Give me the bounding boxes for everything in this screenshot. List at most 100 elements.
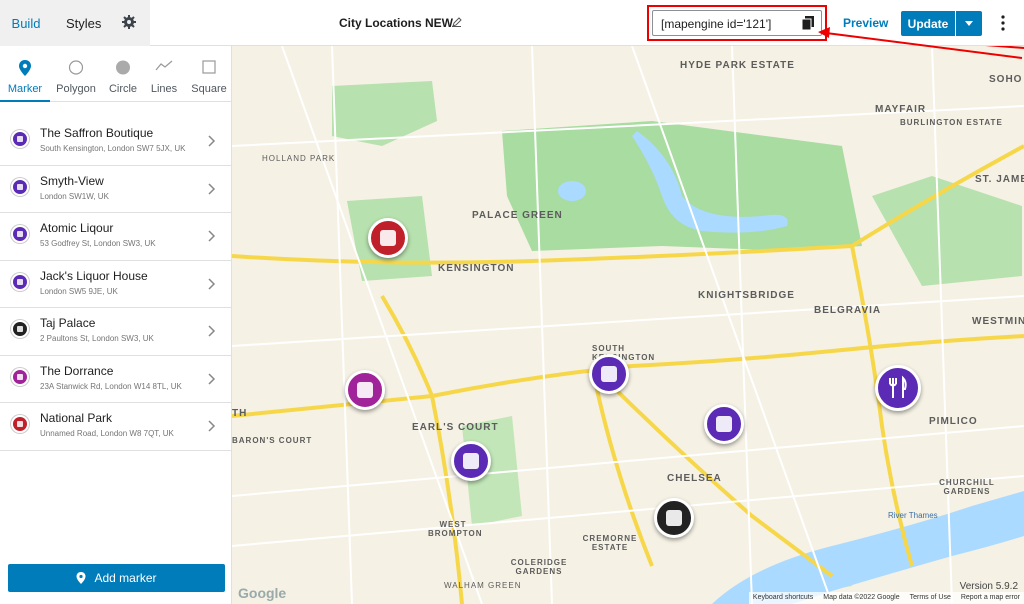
tab-build[interactable]: Build: [0, 0, 52, 46]
place-label: CREMORNE ESTATE: [582, 534, 638, 552]
marker-name: The Dorrance: [40, 363, 114, 378]
tab-polygon[interactable]: Polygon: [50, 46, 102, 102]
top-toolbar: Build Styles City Locations NEW [mapengi…: [0, 0, 1024, 46]
version-label: Version 5.9.2: [959, 581, 1018, 592]
more-options-icon[interactable]: [1000, 14, 1006, 32]
place-label: River Thames: [888, 511, 938, 520]
tab-marker[interactable]: Marker: [0, 46, 50, 102]
map-marker-atomic-liqour[interactable]: [704, 404, 744, 444]
map-canvas[interactable]: HYDE PARK ESTATE MAYFAIR BURLINGTON ESTA…: [232, 46, 1024, 604]
preview-button[interactable]: Preview: [843, 16, 888, 30]
marker-address: 2 Paultons St, London SW3, UK: [40, 334, 154, 343]
tab-styles-label: Styles: [66, 15, 102, 31]
fork-knife-icon: [889, 375, 907, 398]
keyboard-shortcuts-link[interactable]: Keyboard shortcuts: [753, 594, 813, 602]
marker-badge-icon: [11, 225, 29, 243]
tab-square-label: Square: [191, 83, 227, 95]
terms-link[interactable]: Terms of Use: [910, 594, 951, 602]
chevron-right-icon: [208, 325, 216, 337]
map-footer: Keyboard shortcuts Map data ©2022 Google…: [748, 592, 1024, 604]
place-label: BARON'S COURT: [232, 436, 313, 445]
place-label: KNIGHTSBRIDGE: [698, 290, 795, 301]
tab-circle-label: Circle: [108, 83, 138, 95]
place-label: MAYFAIR: [875, 104, 927, 115]
marker-address: 23A Stanwick Rd, London W14 8TL, UK: [40, 381, 182, 391]
marker-badge-icon: [11, 415, 29, 433]
place-label: BELGRAVIA: [814, 305, 882, 316]
shape-tabs: Marker Polygon Circle Lines Square: [0, 46, 232, 102]
list-item[interactable]: National Park Unnamed Road, London W8 7QT…: [0, 403, 232, 451]
update-dropdown-button[interactable]: [956, 11, 982, 36]
tab-lines[interactable]: Lines: [144, 46, 184, 102]
square-icon: [202, 60, 216, 74]
map-marker-jacks-liquor-house[interactable]: [451, 441, 491, 481]
marker-address: London SW5 9JE, UK: [40, 286, 118, 296]
add-marker-label: Add marker: [94, 571, 157, 585]
pencil-icon[interactable]: [452, 17, 462, 27]
place-label: PALACE GREEN: [472, 210, 563, 221]
place-label: HOLLAND PARK: [262, 154, 336, 163]
gear-icon[interactable]: [122, 15, 136, 29]
update-button[interactable]: Update: [901, 11, 955, 36]
marker-icon: [19, 60, 31, 76]
marker-name: Jack's Liquor House: [40, 268, 148, 283]
marker-name: Atomic Liqour: [40, 221, 114, 235]
place-label: HYDE PARK ESTATE: [680, 60, 795, 71]
list-item[interactable]: The Saffron Boutique South Kensington, Lo…: [0, 118, 232, 166]
tab-build-label: Build: [11, 15, 41, 31]
chevron-right-icon: [208, 135, 216, 147]
marker-badge-icon: [11, 272, 29, 291]
place-label: SOHO: [989, 74, 1023, 85]
place-label: CHURCHILL GARDENS: [939, 478, 995, 496]
map-base: [232, 46, 1024, 604]
place-label: BURLINGTON ESTATE: [900, 118, 1003, 127]
place-label: KENSINGTON: [438, 263, 515, 274]
place-label: EARL'S COURT: [412, 422, 499, 433]
chevron-right-icon: [208, 420, 216, 432]
marker-badge-icon: [11, 177, 29, 196]
marker-list: The Saffron Boutique South Kensington, Lo…: [0, 118, 232, 451]
tab-marker-label: Marker: [7, 83, 43, 95]
place-label: TH: [232, 408, 248, 419]
chevron-right-icon: [208, 372, 216, 385]
google-logo: Google: [238, 585, 287, 601]
map-marker-dorrance[interactable]: [345, 370, 385, 410]
list-item[interactable]: Smyth-View London SW1W, UK: [0, 166, 232, 213]
lines-icon: [155, 60, 173, 71]
list-item[interactable]: Jack's Liquor House London SW5 9JE, UK: [0, 261, 232, 308]
chevron-right-icon: [208, 230, 216, 242]
marker-pin-icon: [76, 572, 86, 584]
list-item[interactable]: Atomic Liqour 53 Godfrey St, London SW3, …: [0, 213, 232, 261]
tab-lines-label: Lines: [150, 83, 178, 95]
marker-name: Smyth-View: [40, 173, 104, 188]
map-marker-saffron-boutique[interactable]: [589, 354, 629, 394]
marker-badge-icon: [11, 130, 29, 148]
tab-square[interactable]: Square: [186, 46, 232, 102]
shortcode-highlight: [647, 5, 827, 41]
sidebar: Marker Polygon Circle Lines Square The S…: [0, 46, 232, 604]
add-marker-button[interactable]: Add marker: [8, 564, 225, 592]
place-label: WALHAM GREEN: [444, 581, 522, 590]
marker-badge-icon: [11, 320, 29, 338]
map-title: City Locations NEW: [339, 16, 454, 30]
map-marker-smyth-view[interactable]: [875, 365, 921, 411]
marker-address: London SW1W, UK: [40, 191, 109, 201]
place-label: WEST BROMPTON: [428, 520, 483, 538]
map-marker-national-park[interactable]: [368, 218, 408, 258]
map-marker-taj-palace[interactable]: [654, 498, 694, 538]
map-data-text: Map data ©2022 Google: [823, 594, 900, 601]
circle-icon: [116, 60, 130, 75]
place-label: PIMLICO: [929, 416, 978, 427]
report-error-link[interactable]: Report a map error: [961, 594, 1020, 602]
marker-address: South Kensington, London SW7 5JX, UK: [40, 144, 186, 153]
polygon-icon: [68, 60, 84, 75]
chevron-right-icon: [208, 277, 216, 290]
tab-circle[interactable]: Circle: [102, 46, 144, 102]
chevron-right-icon: [208, 182, 216, 195]
marker-badge-icon: [11, 367, 29, 386]
marker-address: 53 Godfrey St, London SW3, UK: [40, 239, 156, 248]
list-item[interactable]: The Dorrance 23A Stanwick Rd, London W14 …: [0, 356, 232, 403]
list-item[interactable]: Taj Palace 2 Paultons St, London SW3, UK: [0, 308, 232, 356]
place-label: CHELSEA: [667, 473, 722, 484]
marker-name: National Park: [40, 411, 113, 425]
